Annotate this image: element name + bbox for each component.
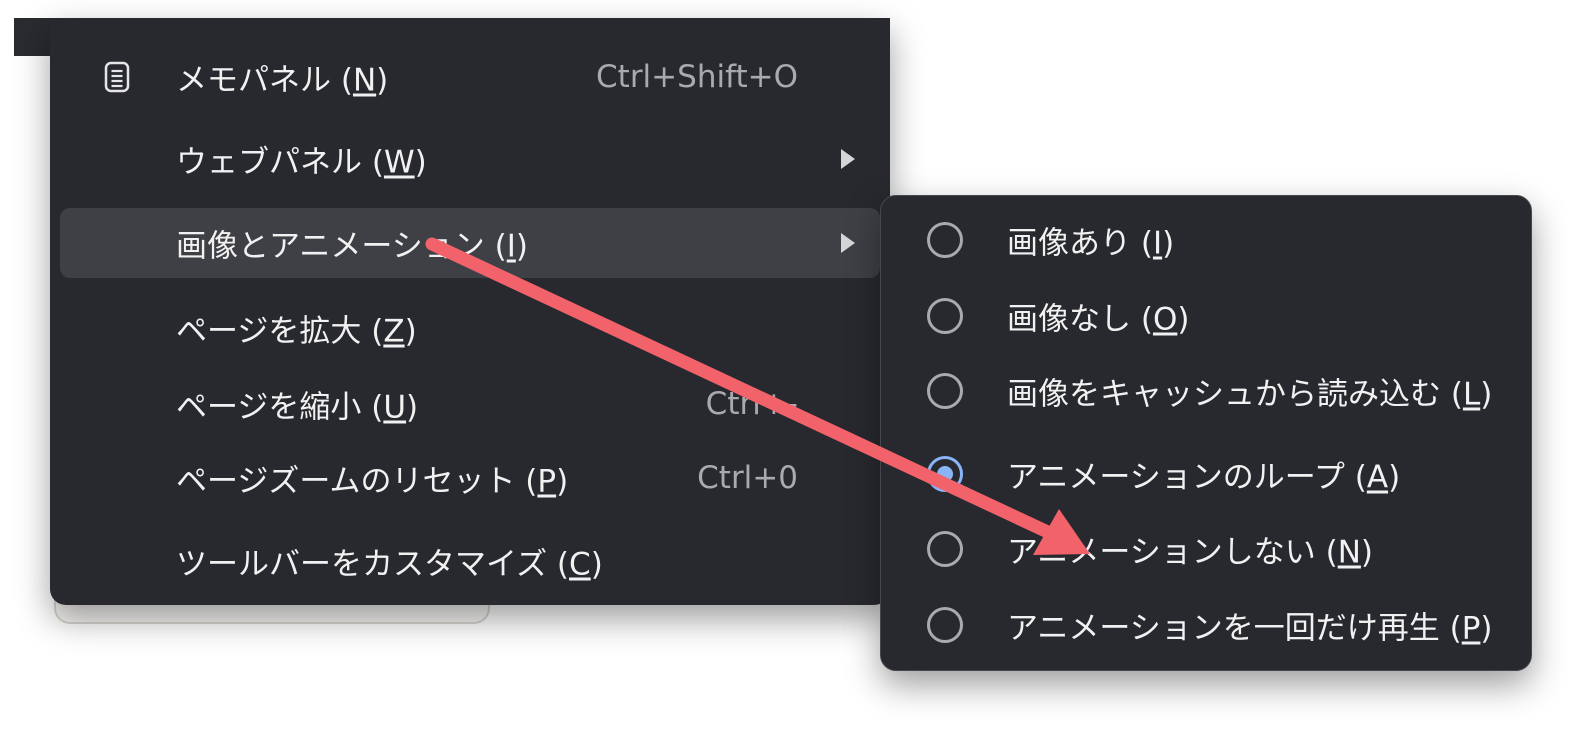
submenu-item-images-on[interactable]: 画像あり (I) [881,208,1531,272]
submenu-item-images-off[interactable]: 画像なし (O) [881,284,1531,348]
menu-item-label: ページズームのリセット (P) [176,463,569,500]
submenu-item-animation-loop[interactable]: アニメーションのループ (A) [881,442,1531,506]
shortcut-text: Ctrl+- [705,386,798,422]
images-animation-submenu: 画像あり (I) 画像なし (O) 画像をキャッシュから読み込む (L) アニメ… [880,195,1532,671]
submenu-arrow-icon [841,149,855,169]
shortcut-text: Ctrl+0 [697,460,798,496]
submenu-item-animation-once[interactable]: アニメーションを一回だけ再生 (P) [881,593,1531,657]
radio-unchecked-icon[interactable] [927,607,963,643]
menu-item-label: 画像とアニメーション (I) [176,228,528,265]
submenu-item-label: アニメーションを一回だけ再生 (P) [1007,610,1493,647]
screenshot-stage: メモパネル (N) Ctrl+Shift+O ウェブパネル (W) 画像とアニメ… [0,0,1572,732]
menu-item-customize-toolbar[interactable]: ツールバーをカスタマイズ (C) [50,526,890,596]
radio-unchecked-icon[interactable] [927,298,963,334]
menu-item-memo-panel[interactable]: メモパネル (N) Ctrl+Shift+O [50,42,890,112]
menu-item-images-animation[interactable]: 画像とアニメーション (I) [60,208,880,278]
shortcut-text: Ctrl+Shift+O [596,59,798,95]
radio-unchecked-icon[interactable] [927,373,963,409]
menu-item-label: ページを拡大 (Z) [176,313,417,350]
submenu-item-images-from-cache[interactable]: 画像をキャッシュから読み込む (L) [881,359,1531,423]
menu-item-zoom-reset[interactable]: ページズームのリセット (P) Ctrl+0 [50,443,890,513]
menu-item-label: ウェブパネル (W) [176,144,427,181]
submenu-item-label: 画像をキャッシュから読み込む (L) [1007,376,1493,413]
main-menu: メモパネル (N) Ctrl+Shift+O ウェブパネル (W) 画像とアニメ… [50,18,890,605]
menu-item-label: メモパネル (N) [176,62,389,99]
memo-panel-icon [104,61,130,93]
radio-unchecked-icon[interactable] [927,531,963,567]
radio-checked-icon[interactable] [927,456,963,492]
submenu-item-label: アニメーションしない (N) [1007,534,1374,571]
menu-item-label: ページを縮小 (U) [176,389,419,426]
menu-item-label: ツールバーをカスタマイズ (C) [176,546,603,583]
submenu-item-label: 画像あり (I) [1007,225,1175,262]
radio-unchecked-icon[interactable] [927,222,963,258]
menu-item-zoom-out[interactable]: ページを縮小 (U) Ctrl+- [50,369,890,439]
menu-item-web-panel[interactable]: ウェブパネル (W) [50,124,890,194]
menu-item-zoom-in[interactable]: ページを拡大 (Z) [50,293,890,363]
submenu-arrow-icon [841,233,855,253]
submenu-item-label: 画像なし (O) [1007,301,1190,338]
submenu-item-label: アニメーションのループ (A) [1007,459,1401,496]
submenu-item-no-animation[interactable]: アニメーションしない (N) [881,517,1531,581]
